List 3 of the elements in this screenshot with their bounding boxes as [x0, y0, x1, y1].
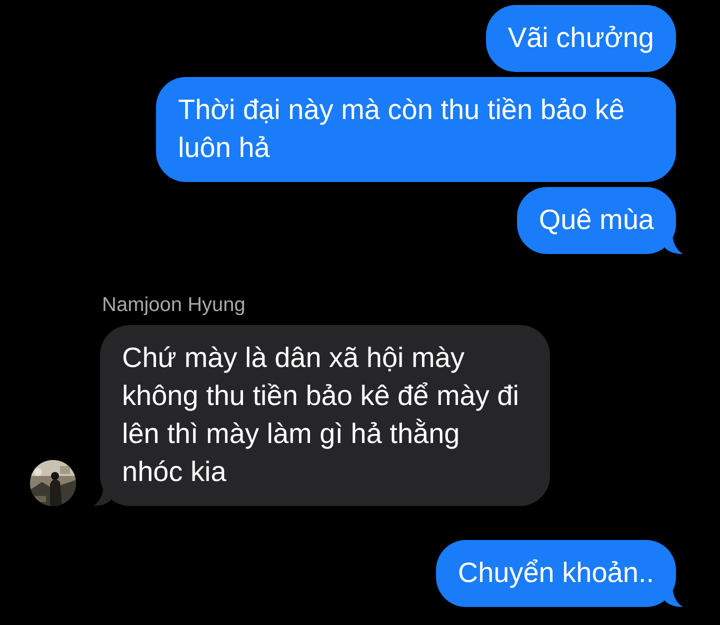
message-bubble: Vãi chưởng: [486, 5, 676, 72]
sender-name: Namjoon Hyung: [101, 294, 246, 317]
message-bubble: Thời đại này mà còn thu tiền bảo kê luôn hả: [156, 77, 676, 182]
